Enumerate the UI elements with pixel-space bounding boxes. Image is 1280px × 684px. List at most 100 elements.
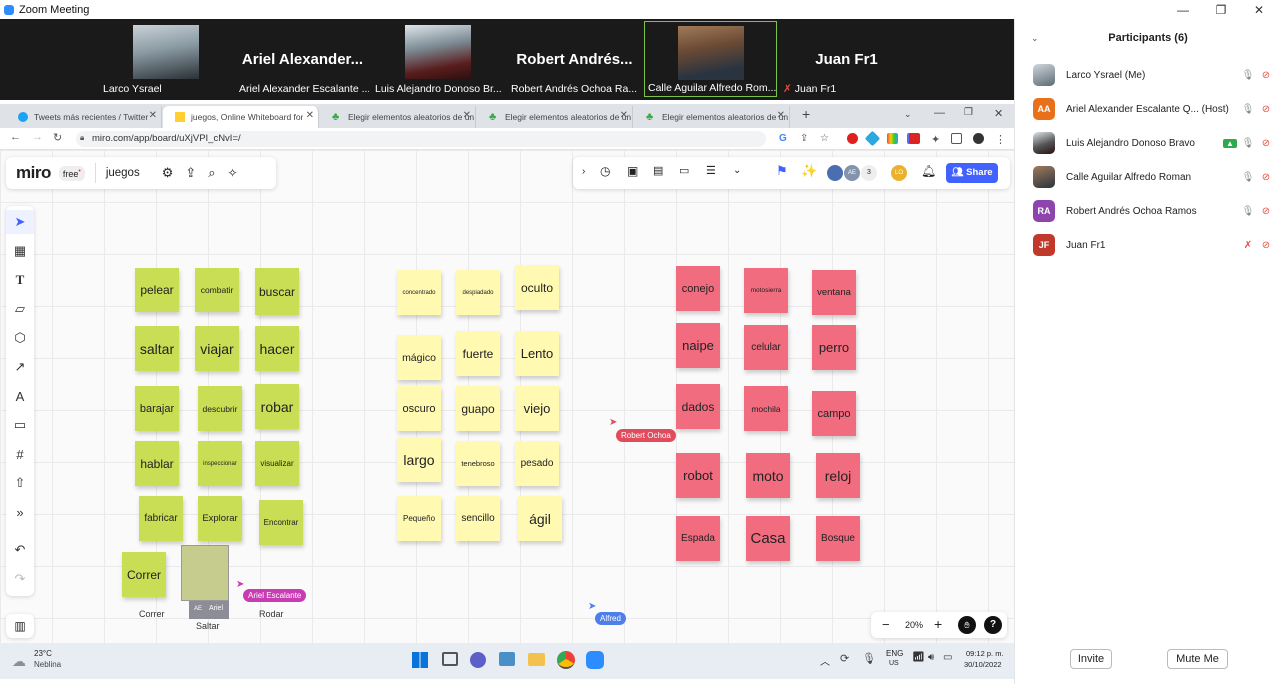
chrome-taskbar-icon[interactable] bbox=[557, 651, 575, 669]
sticky-note-green[interactable]: pelear bbox=[135, 268, 179, 312]
sticky-note-green[interactable]: barajar bbox=[135, 386, 179, 431]
sticky-note-yellow[interactable]: mágico bbox=[397, 335, 441, 380]
share-page-icon[interactable]: ⇪ bbox=[800, 133, 811, 144]
sticky-note-selected[interactable] bbox=[181, 545, 229, 601]
share-button[interactable]: 👥︎ Share bbox=[946, 163, 998, 183]
settings-icon[interactable]: ⚙ bbox=[162, 165, 174, 181]
participant-row[interactable]: Larco Ysrael (Me) 🎙︎ ⊘ bbox=[1033, 63, 1273, 87]
expand-chevron-icon[interactable]: › bbox=[582, 166, 585, 177]
text-tool-icon[interactable]: T bbox=[6, 268, 34, 292]
sticky-note-pink[interactable]: mochila bbox=[744, 386, 788, 431]
sticky-note-yellow[interactable]: pesado bbox=[515, 441, 559, 486]
clock-date[interactable]: 30/10/2022 bbox=[964, 660, 1002, 669]
task-view-icon[interactable] bbox=[442, 652, 458, 666]
invite-button[interactable]: Invite bbox=[1070, 649, 1112, 669]
participant-row[interactable]: AA Ariel Alexander Escalante Q... (Host)… bbox=[1033, 97, 1273, 121]
video-tile[interactable]: Juan Fr1 ✗ Juan Fr1 bbox=[780, 21, 913, 97]
cursor-flag-icon[interactable]: ⚑ bbox=[776, 163, 788, 179]
sticky-note-green[interactable]: Encontrar bbox=[259, 500, 303, 545]
video-tile-active[interactable]: Calle Aguilar Alfredo Rom... bbox=[644, 21, 777, 97]
connector-tool-icon[interactable]: ↗ bbox=[6, 355, 34, 379]
participant-row[interactable]: Calle Aguilar Alfredo Roman 🎙︎ ⊘ bbox=[1033, 165, 1273, 189]
sticky-note-green[interactable]: inspeccionar bbox=[198, 441, 242, 486]
hand-tool-icon[interactable]: ✋︎ bbox=[958, 616, 976, 634]
browser-tab[interactable]: Tweets más recientes / Twitter ✕ bbox=[6, 106, 162, 128]
present-icon[interactable]: ▭ bbox=[679, 164, 689, 177]
minimize-button[interactable]: — bbox=[1164, 0, 1202, 19]
browser-close-icon[interactable]: ✕ bbox=[994, 107, 1003, 120]
screen-share-icon[interactable]: ▲ bbox=[1223, 138, 1237, 148]
more-tools-icon[interactable]: » bbox=[6, 500, 34, 524]
file-explorer-icon[interactable] bbox=[528, 653, 545, 666]
sidepanel-icon[interactable] bbox=[951, 133, 962, 144]
maximize-button[interactable]: ❐ bbox=[1202, 0, 1240, 19]
sticky-note-pink[interactable]: perro bbox=[812, 325, 856, 370]
sticky-note-pink[interactable]: dados bbox=[676, 384, 720, 429]
sticky-note-green[interactable]: buscar bbox=[255, 268, 299, 315]
board-name[interactable]: juegos bbox=[106, 167, 140, 179]
sticky-note-green[interactable]: visualizar bbox=[255, 441, 299, 486]
sticky-note-yellow[interactable]: concentrado bbox=[397, 270, 441, 315]
sticky-note-pink[interactable]: celular bbox=[744, 325, 788, 370]
browser-restore-icon[interactable]: ❐ bbox=[964, 107, 973, 118]
collaborator-count[interactable]: 3 bbox=[861, 165, 877, 181]
sticky-note-pink[interactable]: robot bbox=[676, 453, 720, 498]
sticky-note-yellow[interactable]: sencillo bbox=[456, 496, 500, 541]
tray-mic-icon[interactable]: 🎙︎ bbox=[862, 652, 876, 665]
frame-tool-icon[interactable]: # bbox=[6, 442, 34, 466]
collaborator-avatar-ae[interactable]: AE bbox=[844, 165, 860, 181]
wifi-icon[interactable]: 📶︎ bbox=[912, 652, 925, 663]
shapes-tool-icon[interactable]: ⬡ bbox=[6, 326, 34, 350]
weather-temp[interactable]: 23°C bbox=[34, 649, 52, 658]
video-off-icon[interactable]: ⊘ bbox=[1259, 172, 1273, 183]
board-panel-toggle-icon[interactable]: ▥ bbox=[6, 614, 34, 638]
undo-icon[interactable]: ↶ bbox=[6, 538, 34, 562]
sticky-note-green[interactable]: viajar bbox=[195, 326, 239, 371]
sticky-note-yellow[interactable]: Lento bbox=[515, 331, 559, 376]
zoom-level[interactable]: 20% bbox=[905, 620, 923, 630]
video-tile[interactable]: Ariel Alexander... Ariel Alexander Escal… bbox=[236, 21, 369, 97]
magic-icon[interactable]: ✧ bbox=[228, 166, 238, 180]
sticky-note-green[interactable]: combatir bbox=[195, 268, 239, 312]
sticky-note-pink[interactable]: reloj bbox=[816, 453, 860, 498]
video-tile[interactable]: Larco Ysrael bbox=[100, 21, 233, 97]
sticky-note-green[interactable]: saltar bbox=[135, 326, 179, 371]
video-off-icon[interactable]: ⊘ bbox=[1259, 138, 1273, 149]
sticky-note-yellow[interactable]: ágil bbox=[518, 496, 562, 541]
sticky-note-yellow[interactable]: viejo bbox=[515, 386, 559, 431]
windows-start-icon[interactable] bbox=[412, 652, 428, 668]
extension-icon[interactable] bbox=[887, 133, 898, 144]
tray-sync-icon[interactable]: ⟳ bbox=[840, 652, 849, 665]
clock-time[interactable]: 09:12 p. m. bbox=[966, 649, 1004, 658]
back-icon[interactable]: ← bbox=[10, 131, 21, 143]
upload-tool-icon[interactable]: ⇧ bbox=[6, 471, 34, 495]
sticky-note-yellow[interactable]: oscuro bbox=[397, 386, 441, 431]
notes-icon[interactable]: ☰ bbox=[706, 164, 716, 177]
sticky-note-yellow[interactable]: tenebroso bbox=[456, 441, 500, 486]
sticky-note-green[interactable]: descubrir bbox=[198, 386, 242, 431]
zoom-out-button[interactable]: − bbox=[882, 617, 890, 632]
mic-icon[interactable]: 🎙︎ bbox=[1241, 138, 1255, 149]
sticky-note-tool-icon[interactable]: ▱ bbox=[6, 297, 34, 321]
my-avatar[interactable]: LO bbox=[891, 165, 907, 181]
image-icon[interactable]: ▣ bbox=[627, 164, 638, 178]
sticky-note-pink[interactable]: Casa bbox=[746, 516, 790, 561]
participant-row[interactable]: JF Juan Fr1 ✗ ⊘ bbox=[1033, 233, 1273, 257]
templates-tool-icon[interactable]: ▦ bbox=[6, 239, 34, 263]
sticky-note-green[interactable]: Explorar bbox=[198, 496, 242, 541]
sticky-note-pink[interactable]: naipe bbox=[676, 323, 720, 368]
forward-icon[interactable]: → bbox=[32, 131, 43, 143]
comment-tool-icon[interactable]: ▭ bbox=[6, 413, 34, 437]
sticky-note-pink[interactable]: Bosque bbox=[816, 516, 860, 561]
mute-me-button[interactable]: Mute Me bbox=[1167, 649, 1228, 669]
new-tab-button[interactable]: + bbox=[802, 106, 810, 122]
pdf-extension-icon[interactable] bbox=[909, 133, 920, 144]
export-icon[interactable]: ⇪ bbox=[185, 165, 196, 181]
sticky-note-pink[interactable]: conejo bbox=[676, 266, 720, 311]
browser-tab[interactable]: ♣ Elegir elementos aleatorios de un ✕ bbox=[634, 106, 790, 128]
sticky-note-yellow[interactable]: guapo bbox=[456, 386, 500, 431]
video-off-icon[interactable]: ⊘ bbox=[1259, 240, 1273, 251]
language-indicator[interactable]: ENG bbox=[886, 649, 903, 658]
zoom-taskbar-icon[interactable] bbox=[586, 651, 604, 669]
sticky-note-pink[interactable]: ventana bbox=[812, 270, 856, 315]
